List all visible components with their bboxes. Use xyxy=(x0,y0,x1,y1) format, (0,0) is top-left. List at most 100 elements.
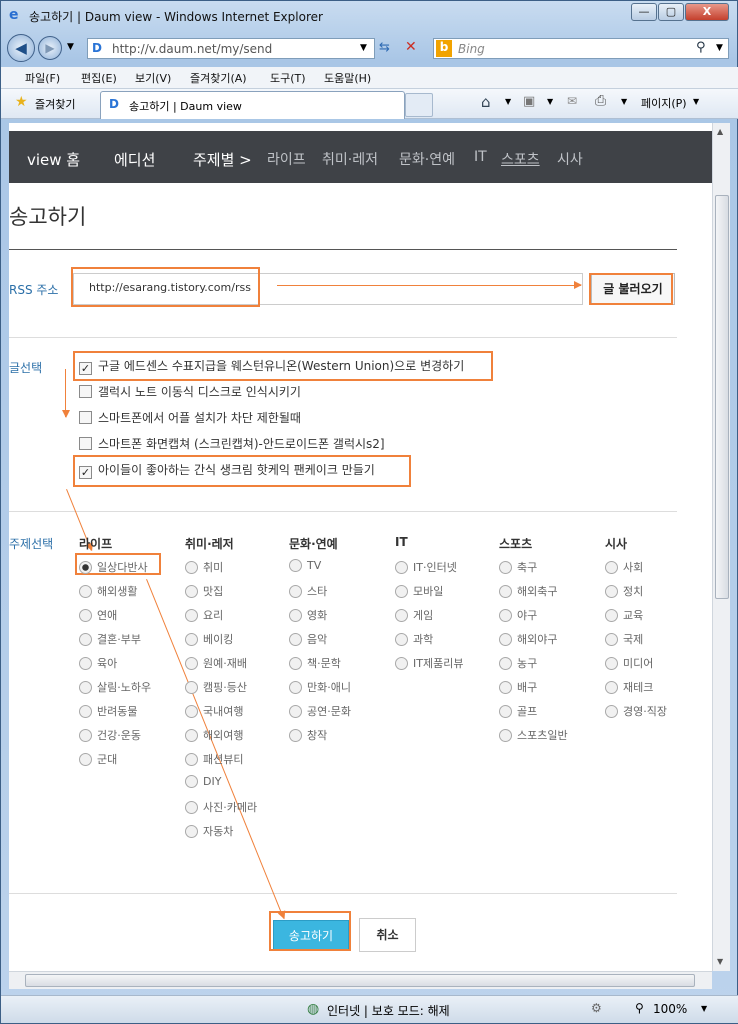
vertical-scrollbar[interactable]: ▲ ▼ xyxy=(712,123,730,971)
post-item[interactable]: ✓ 구글 에드센스 수표지급을 웨스턴유니온(Western Union)으로 변… xyxy=(79,357,464,375)
topic-radio[interactable]: 정치 xyxy=(605,583,643,599)
topic-radio[interactable]: TV xyxy=(289,559,321,572)
home-icon[interactable]: ⌂ xyxy=(481,93,491,111)
nav-edition[interactable]: 에디션 xyxy=(114,149,155,170)
topic-radio[interactable]: 스포츠일반 xyxy=(499,727,568,743)
scroll-up-icon[interactable]: ▲ xyxy=(717,127,723,136)
radio-button[interactable] xyxy=(185,633,198,646)
radio-button[interactable] xyxy=(605,681,618,694)
radio-button[interactable] xyxy=(395,657,408,670)
refresh-icon[interactable]: ⇆ xyxy=(379,40,390,55)
radio-button[interactable] xyxy=(289,705,302,718)
topic-radio[interactable]: 축구 xyxy=(499,559,537,575)
topic-radio[interactable]: 국내여행 xyxy=(185,703,243,719)
radio-button[interactable] xyxy=(605,705,618,718)
rss-dropdown-icon[interactable]: ▼ xyxy=(547,97,553,106)
nav-news[interactable]: 시사 xyxy=(557,149,583,169)
forward-button[interactable]: ▶ xyxy=(38,36,62,60)
radio-button[interactable] xyxy=(605,657,618,670)
topic-radio[interactable]: 배구 xyxy=(499,679,537,695)
radio-button[interactable] xyxy=(79,681,92,694)
address-bar[interactable]: D http://v.daum.net/my/send ▼ xyxy=(87,38,375,59)
topic-radio[interactable]: 해외축구 xyxy=(499,583,557,599)
radio-button[interactable] xyxy=(79,585,92,598)
radio-button[interactable] xyxy=(499,729,512,742)
topic-radio[interactable]: 과학 xyxy=(395,631,433,647)
topic-radio[interactable]: 살림·노하우 xyxy=(79,679,151,695)
topic-radio[interactable]: 음악 xyxy=(289,631,327,647)
topic-radio[interactable]: 재테크 xyxy=(605,679,653,695)
topic-radio[interactable]: 책·문학 xyxy=(289,655,341,671)
print-icon[interactable]: ⎙ xyxy=(595,93,606,109)
maximize-button[interactable]: ▢ xyxy=(658,3,684,21)
radio-button[interactable] xyxy=(185,825,198,838)
favorites-button[interactable]: 즐겨찾기 xyxy=(35,96,75,112)
nav-topics[interactable]: 주제별 > xyxy=(193,149,252,170)
new-tab-button[interactable] xyxy=(405,93,433,117)
radio-button[interactable] xyxy=(605,585,618,598)
menu-tools[interactable]: 도구(T) xyxy=(270,70,306,86)
radio-button[interactable] xyxy=(185,753,198,766)
topic-radio[interactable]: 만화·애니 xyxy=(289,679,351,695)
radio-button[interactable] xyxy=(605,633,618,646)
post-checkbox[interactable] xyxy=(79,437,92,450)
post-item[interactable]: ✓ 아이들이 좋아하는 간식 생크림 핫케익 팬케이크 만들기 xyxy=(79,461,375,479)
radio-button[interactable] xyxy=(289,729,302,742)
post-checkbox[interactable] xyxy=(79,411,92,424)
topic-radio[interactable]: 건강·운동 xyxy=(79,727,141,743)
radio-button[interactable] xyxy=(79,657,92,670)
radio-button[interactable] xyxy=(185,657,198,670)
radio-button[interactable] xyxy=(499,609,512,622)
radio-button[interactable] xyxy=(499,657,512,670)
topic-radio[interactable]: 결혼·부부 xyxy=(79,631,141,647)
close-button[interactable]: X xyxy=(685,3,729,21)
topic-radio[interactable]: 사회 xyxy=(605,559,643,575)
radio-button[interactable] xyxy=(395,561,408,574)
topic-radio[interactable]: 요리 xyxy=(185,607,223,623)
scroll-thumb[interactable] xyxy=(715,195,729,599)
topic-radio[interactable]: 해외생활 xyxy=(79,583,137,599)
topic-radio[interactable]: 맛집 xyxy=(185,583,223,599)
radio-button[interactable] xyxy=(395,633,408,646)
radio-button[interactable] xyxy=(499,585,512,598)
zoom-dropdown-icon[interactable]: ▼ xyxy=(701,1004,707,1013)
post-item[interactable]: 스마트폰에서 어플 설치가 차단 제한될때 xyxy=(79,409,301,426)
topic-radio[interactable]: DIY xyxy=(185,775,221,788)
post-item[interactable]: 갤럭시 노트 이동식 디스크로 인식시키기 xyxy=(79,383,301,400)
radio-button[interactable] xyxy=(79,609,92,622)
radio-button[interactable] xyxy=(79,561,92,574)
topic-radio[interactable]: 원예·재배 xyxy=(185,655,247,671)
topic-radio[interactable]: 군대 xyxy=(79,751,117,767)
radio-button[interactable] xyxy=(499,633,512,646)
radio-button[interactable] xyxy=(499,681,512,694)
topic-radio[interactable]: 패션뷰티 xyxy=(185,751,243,767)
rss-feed-icon[interactable]: ▣ xyxy=(523,94,535,109)
radio-button[interactable] xyxy=(289,657,302,670)
topic-radio[interactable]: 야구 xyxy=(499,607,537,623)
zoom-level[interactable]: 100% xyxy=(653,1002,687,1016)
radio-button[interactable] xyxy=(605,561,618,574)
mail-icon[interactable]: ✉ xyxy=(567,94,577,108)
radio-button[interactable] xyxy=(499,705,512,718)
nav-hobby[interactable]: 취미·레저 xyxy=(322,149,378,169)
post-checkbox[interactable]: ✓ xyxy=(79,466,92,479)
radio-button[interactable] xyxy=(185,801,198,814)
menu-view[interactable]: 보기(V) xyxy=(135,70,171,86)
protected-mode-icon[interactable]: ⚙ xyxy=(591,1001,602,1015)
nav-culture[interactable]: 문화·연예 xyxy=(399,149,455,169)
topic-radio[interactable]: 게임 xyxy=(395,607,433,623)
browser-tab[interactable]: D 송고하기 | Daum view xyxy=(100,91,405,119)
search-box[interactable]: b Bing ⚲ ▼ xyxy=(433,38,729,59)
post-checkbox[interactable]: ✓ xyxy=(79,362,92,375)
menu-edit[interactable]: 편집(E) xyxy=(81,70,117,86)
topic-radio[interactable]: 미디어 xyxy=(605,655,653,671)
topic-radio[interactable]: 국제 xyxy=(605,631,643,647)
print-dropdown-icon[interactable]: ▼ xyxy=(621,97,627,106)
topic-radio[interactable]: 사진·카메라 xyxy=(185,799,257,815)
radio-button[interactable] xyxy=(79,705,92,718)
topic-radio[interactable]: 자동차 xyxy=(185,823,233,839)
topic-radio[interactable]: 모바일 xyxy=(395,583,443,599)
post-item[interactable]: 스마트폰 화면캡쳐 (스크린캡쳐)-안드로이드폰 갤럭시s2] xyxy=(79,435,385,452)
horizontal-scrollbar[interactable] xyxy=(9,971,712,989)
address-dropdown-icon[interactable]: ▼ xyxy=(360,43,367,53)
